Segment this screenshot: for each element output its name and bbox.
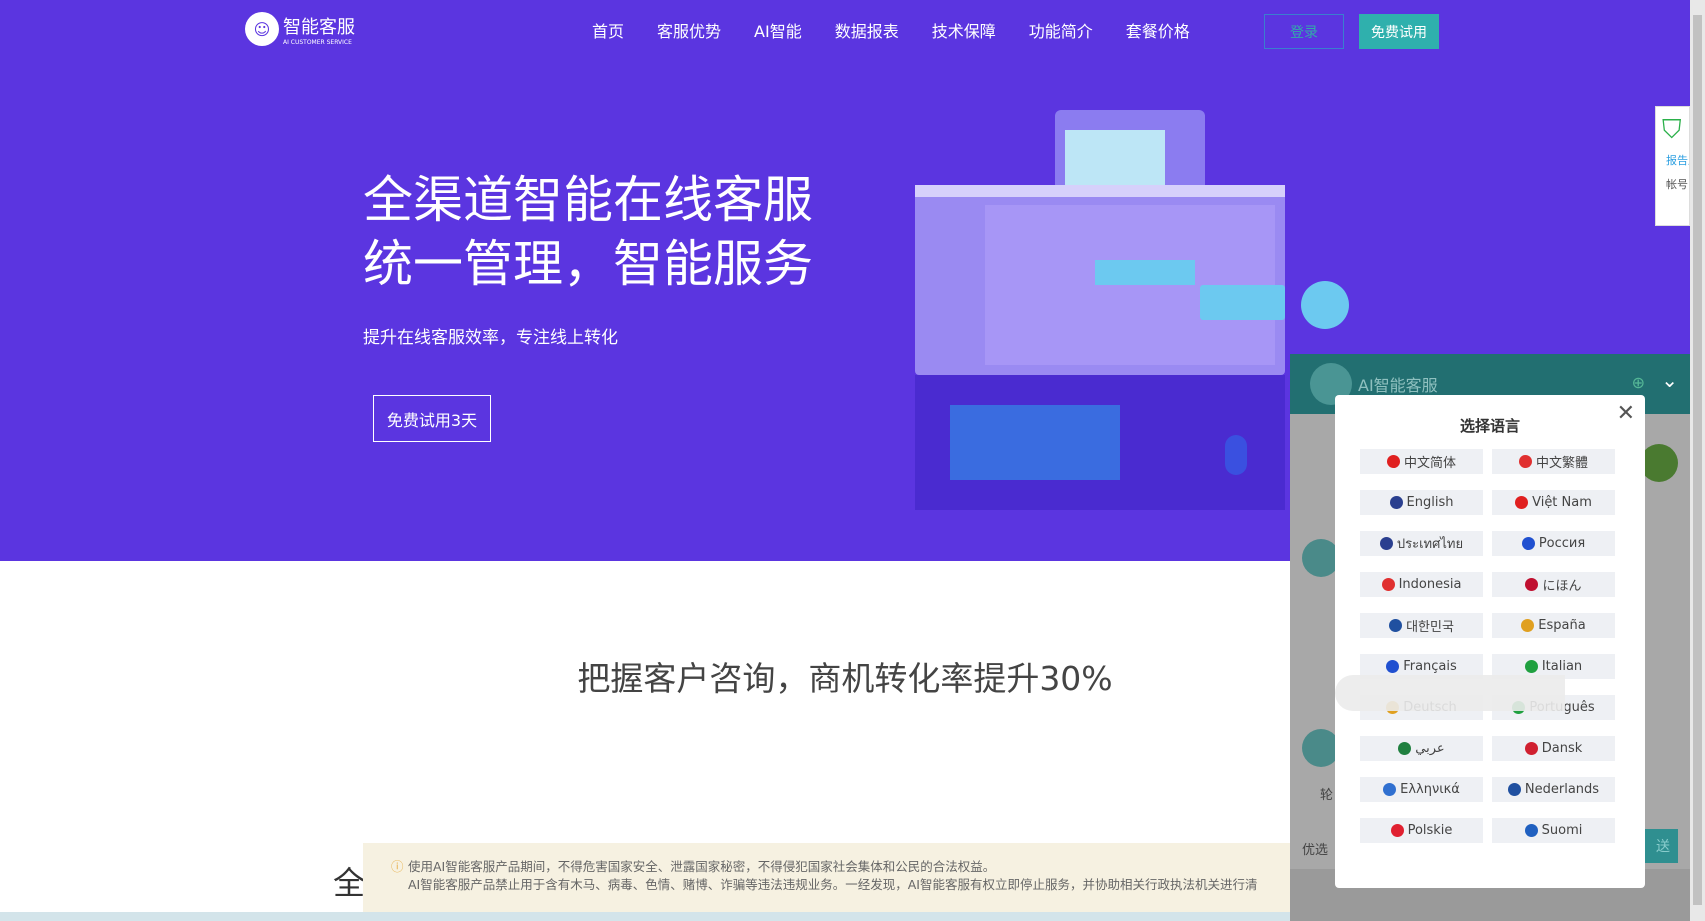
security-widget[interactable]: ⛉ 报告风险 帐号 xyxy=(1655,106,1690,226)
hero-illustration xyxy=(915,110,1349,510)
flag-icon xyxy=(1390,824,1404,837)
flag-icon xyxy=(1389,496,1403,509)
language-label: Dansk xyxy=(1541,741,1583,756)
language-label: 대한민국 xyxy=(1406,620,1454,635)
flag-icon xyxy=(1525,578,1539,591)
chat-input-hint: 优选 xyxy=(1302,843,1329,858)
notice-line-1: 使用AI智能客服产品期间，不得危害国家安全、泄露国家秘密，不得侵犯国家社会集体和… xyxy=(408,859,996,874)
logo[interactable]: ☺ 智能客服 AI CUSTOMER SERVICE xyxy=(245,12,355,46)
language-option[interactable]: Suomi xyxy=(1492,818,1615,843)
free-trial-button[interactable]: 免费试用 xyxy=(1359,14,1439,49)
language-option[interactable]: Việt Nam xyxy=(1492,490,1615,515)
user-avatar xyxy=(1640,444,1678,482)
language-label: Polskie xyxy=(1407,823,1453,838)
language-label: Nederlands xyxy=(1524,782,1600,797)
flag-icon xyxy=(1524,742,1538,755)
flag-icon xyxy=(1386,660,1400,673)
language-label: Việt Nam xyxy=(1532,495,1592,510)
nav-reports[interactable]: 数据报表 xyxy=(835,18,899,42)
account-label: 帐号 xyxy=(1666,178,1688,191)
nav-pricing[interactable]: 套餐价格 xyxy=(1126,18,1190,42)
language-label: Indonesia xyxy=(1398,577,1462,592)
language-option[interactable]: Россия xyxy=(1492,531,1615,556)
language-option[interactable]: España xyxy=(1492,613,1615,638)
language-option[interactable]: English xyxy=(1360,490,1483,515)
section-partial-heading: 全 xyxy=(333,864,366,902)
shield-icon: ⛉ xyxy=(1662,115,1682,145)
login-button[interactable]: 登录 xyxy=(1264,14,1344,49)
flag-icon xyxy=(1383,783,1397,796)
language-label: Россия xyxy=(1538,536,1586,551)
hero-trial-button[interactable]: 免费试用3天 xyxy=(373,395,491,442)
language-label: عربي xyxy=(1415,741,1445,756)
flag-icon xyxy=(1521,537,1535,550)
flag-icon xyxy=(1524,660,1538,673)
warning-icon: ⓘ xyxy=(391,859,404,874)
compliance-notice: ⓘ 使用AI智能客服产品期间，不得危害国家安全、泄露国家秘密，不得侵犯国家社会集… xyxy=(363,843,1290,913)
language-label: España xyxy=(1538,618,1586,633)
language-option[interactable]: Indonesia xyxy=(1360,572,1483,597)
globe-icon[interactable]: ⊕ xyxy=(1632,373,1645,392)
language-label: 中文繁體 xyxy=(1535,456,1588,471)
flag-icon xyxy=(1521,619,1535,632)
flag-icon xyxy=(1379,537,1393,550)
logo-text: 智能客服 xyxy=(283,16,355,38)
language-option[interactable]: Dansk xyxy=(1492,736,1615,761)
language-label: ประเทศไทย xyxy=(1396,537,1464,552)
nav-tech[interactable]: 技术保障 xyxy=(932,18,996,42)
blur-overlay xyxy=(1335,675,1565,711)
hero-title: 全渠道智能在线客服 统一管理，智能服务 xyxy=(363,171,813,293)
language-label: Suomi xyxy=(1541,823,1583,838)
language-list: 中文简体 中文繁體 English Việt Nam ประเทศไทย Россия In… xyxy=(1360,449,1615,843)
language-label: にほん xyxy=(1542,579,1582,594)
flag-icon xyxy=(1381,578,1395,591)
chat-chip[interactable]: 轮 xyxy=(1320,784,1333,803)
scrollbar-thumb[interactable] xyxy=(1693,15,1702,905)
logo-icon: ☺ xyxy=(245,12,279,46)
nav-advantages[interactable]: 客服优势 xyxy=(657,18,721,42)
close-icon[interactable]: ✕ xyxy=(1617,401,1635,426)
language-option[interactable]: Ελληνικά xyxy=(1360,777,1483,802)
language-option[interactable]: 대한민국 xyxy=(1360,613,1483,638)
chevron-down-icon[interactable]: ⌄ xyxy=(1661,368,1678,392)
main-nav: 首页 客服优势 AI智能 数据报表 技术保障 功能简介 套餐价格 xyxy=(592,18,1190,42)
language-option[interactable]: ประเทศไทย xyxy=(1360,531,1483,556)
notice-line-2: AI智能客服产品禁止用于含有木马、病毒、色情、赌博、诈骗等违法违规业务。一经发现… xyxy=(408,877,1258,892)
flag-icon xyxy=(1389,619,1403,632)
language-label: Italian xyxy=(1541,659,1583,674)
language-label: Ελληνικά xyxy=(1400,782,1460,797)
chat-title: AI智能客服 xyxy=(1358,376,1438,395)
nav-features[interactable]: 功能简介 xyxy=(1029,18,1093,42)
language-option[interactable]: にほん xyxy=(1492,572,1615,597)
language-modal: 选择语言 ✕ 中文简体 中文繁體 English Việt Nam ประเทศไทย Р… xyxy=(1335,395,1645,888)
flag-icon xyxy=(1398,742,1412,755)
logo-subtext: AI CUSTOMER SERVICE xyxy=(283,38,352,46)
flag-icon xyxy=(1518,455,1532,468)
nav-ai[interactable]: AI智能 xyxy=(754,18,802,42)
scrollbar[interactable] xyxy=(1690,0,1705,921)
report-risk-link[interactable]: 报告风险 xyxy=(1656,146,1689,168)
modal-title: 选择语言 xyxy=(1459,417,1520,435)
flag-icon xyxy=(1386,455,1400,468)
language-label: 中文简体 xyxy=(1403,456,1456,471)
language-option[interactable]: 中文繁體 xyxy=(1492,449,1615,474)
hero-subtitle: 提升在线客服效率，专注线上转化 xyxy=(363,328,618,348)
language-label: Français xyxy=(1403,659,1457,674)
language-option[interactable]: Nederlands xyxy=(1492,777,1615,802)
language-option[interactable]: Polskie xyxy=(1360,818,1483,843)
flag-icon xyxy=(1507,783,1521,796)
language-option[interactable]: 中文简体 xyxy=(1360,449,1483,474)
flag-icon xyxy=(1515,496,1529,509)
nav-home[interactable]: 首页 xyxy=(592,18,624,42)
flag-icon xyxy=(1524,824,1538,837)
language-option[interactable]: عربي xyxy=(1360,736,1483,761)
language-label: English xyxy=(1406,495,1454,510)
